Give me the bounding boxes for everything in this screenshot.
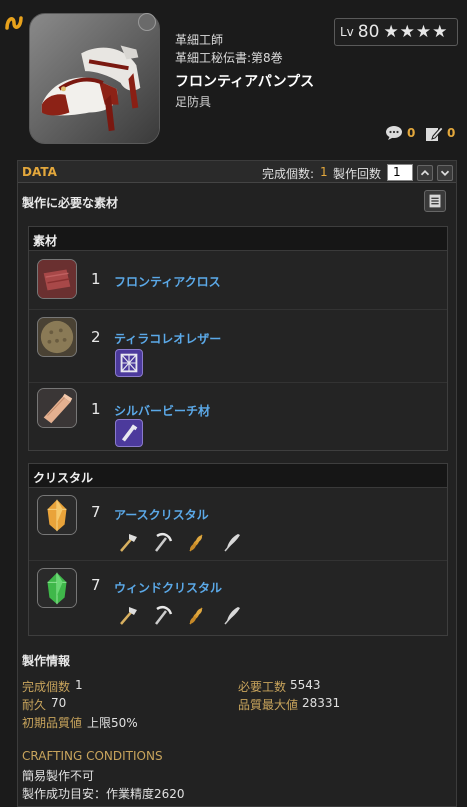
- feather-icon[interactable]: [221, 531, 243, 553]
- material-quantity: 1: [91, 270, 101, 288]
- pickaxe-icon[interactable]: [151, 531, 173, 553]
- decrement-button[interactable]: [437, 165, 453, 181]
- initial-quality-value: 上限50%: [87, 716, 138, 730]
- site-logo-icon[interactable]: [4, 12, 24, 34]
- materials-heading: 製作に必要な素材: [22, 196, 119, 210]
- max-quality-value: 28331: [302, 696, 341, 710]
- crafting-conditions-heading: CRAFTING CONDITIONS: [22, 749, 163, 763]
- leather-icon[interactable]: [37, 317, 77, 357]
- level-value: 80: [357, 22, 380, 42]
- increment-button[interactable]: [417, 165, 433, 181]
- cloth-icon[interactable]: [37, 259, 77, 299]
- earth-crystal-icon[interactable]: [37, 495, 77, 535]
- hatchet-icon[interactable]: [117, 531, 139, 553]
- crafter-class: 革細工師: [175, 33, 224, 47]
- craft-count-label: 製作回数: [333, 167, 382, 181]
- lumber-icon[interactable]: [37, 388, 77, 428]
- crystal-name-link[interactable]: ウィンドクリスタル: [114, 579, 222, 596]
- durability-value: 70: [51, 696, 67, 710]
- crystal-name-link[interactable]: アースクリスタル: [114, 506, 209, 523]
- edit-icon[interactable]: [425, 124, 444, 142]
- wheat-icon[interactable]: [186, 531, 208, 553]
- recipe-book: 革細工秘伝書:第8巻: [175, 51, 283, 65]
- edit-count[interactable]: 0: [447, 126, 455, 140]
- section-heading: クリスタル: [29, 464, 447, 488]
- material-row: 1 フロンティアクロス: [29, 251, 447, 309]
- crystal-row: 7 ウィンドクリスタル: [29, 560, 447, 635]
- item-icon: [29, 13, 160, 144]
- level-label: Lv: [340, 25, 354, 39]
- crystal-quantity: 7: [91, 503, 101, 521]
- material-name-link[interactable]: フロンティアクロス: [114, 273, 221, 290]
- material-quantity: 2: [91, 328, 101, 346]
- data-label: DATA: [22, 165, 57, 179]
- item-icon-badge: [138, 13, 156, 31]
- crystal-row: 7 アースクリスタル: [29, 488, 447, 560]
- material-name-link[interactable]: ティラコレオレザー: [114, 330, 221, 347]
- required-progress-label: 必要工数: [238, 680, 287, 694]
- craft-info-heading: 製作情報: [22, 654, 71, 668]
- star-rating: ★★★★: [383, 22, 449, 42]
- recipe-list-button[interactable]: [424, 190, 446, 212]
- yield-value: 1: [320, 165, 328, 179]
- material-name-link[interactable]: シルバービーチ材: [114, 402, 210, 419]
- level-badge: Lv 80 ★★★★: [334, 18, 458, 46]
- crystal-quantity: 7: [91, 576, 101, 594]
- material-row: 1 シルバービーチ材: [29, 382, 447, 450]
- condition-line: 簡易製作不可: [22, 769, 95, 783]
- pickaxe-icon[interactable]: [151, 604, 173, 626]
- durability-label: 耐久: [22, 698, 47, 712]
- carpenter-icon[interactable]: [115, 419, 143, 447]
- chevron-down-icon: [440, 170, 450, 176]
- comment-icon[interactable]: [385, 125, 403, 141]
- chevron-up-icon: [420, 170, 430, 176]
- yield-info-label: 完成個数: [22, 680, 71, 694]
- required-progress-value: 5543: [290, 678, 321, 692]
- wheat-icon[interactable]: [186, 604, 208, 626]
- section-heading: 素材: [29, 227, 447, 251]
- craft-count-input[interactable]: 1: [387, 164, 413, 181]
- hatchet-icon[interactable]: [117, 604, 139, 626]
- max-quality-label: 品質最大値: [238, 698, 299, 712]
- item-name: フロンティアパンプス: [175, 74, 315, 90]
- item-category: 足防具: [175, 95, 212, 109]
- condition-line: 製作成功目安：作業精度2620: [22, 787, 185, 801]
- yield-label: 完成個数:: [262, 167, 315, 181]
- material-quantity: 1: [91, 400, 101, 418]
- material-row: 2 ティラコレオレザー: [29, 309, 447, 382]
- wind-crystal-icon[interactable]: [37, 568, 77, 608]
- crystals-section: クリスタル 7 アースクリスタル 7 ウィンドクリスタル: [28, 463, 448, 636]
- comment-count[interactable]: 0: [407, 126, 415, 140]
- initial-quality-label: 初期品質値: [22, 716, 83, 730]
- feather-icon[interactable]: [221, 604, 243, 626]
- list-icon: [429, 194, 441, 208]
- materials-section: 素材 1 フロンティアクロス 2 ティラコレオレザー 1 シルバービーチ材: [28, 226, 448, 451]
- yield-info-value: 1: [75, 678, 83, 692]
- weaver-icon[interactable]: [115, 349, 143, 377]
